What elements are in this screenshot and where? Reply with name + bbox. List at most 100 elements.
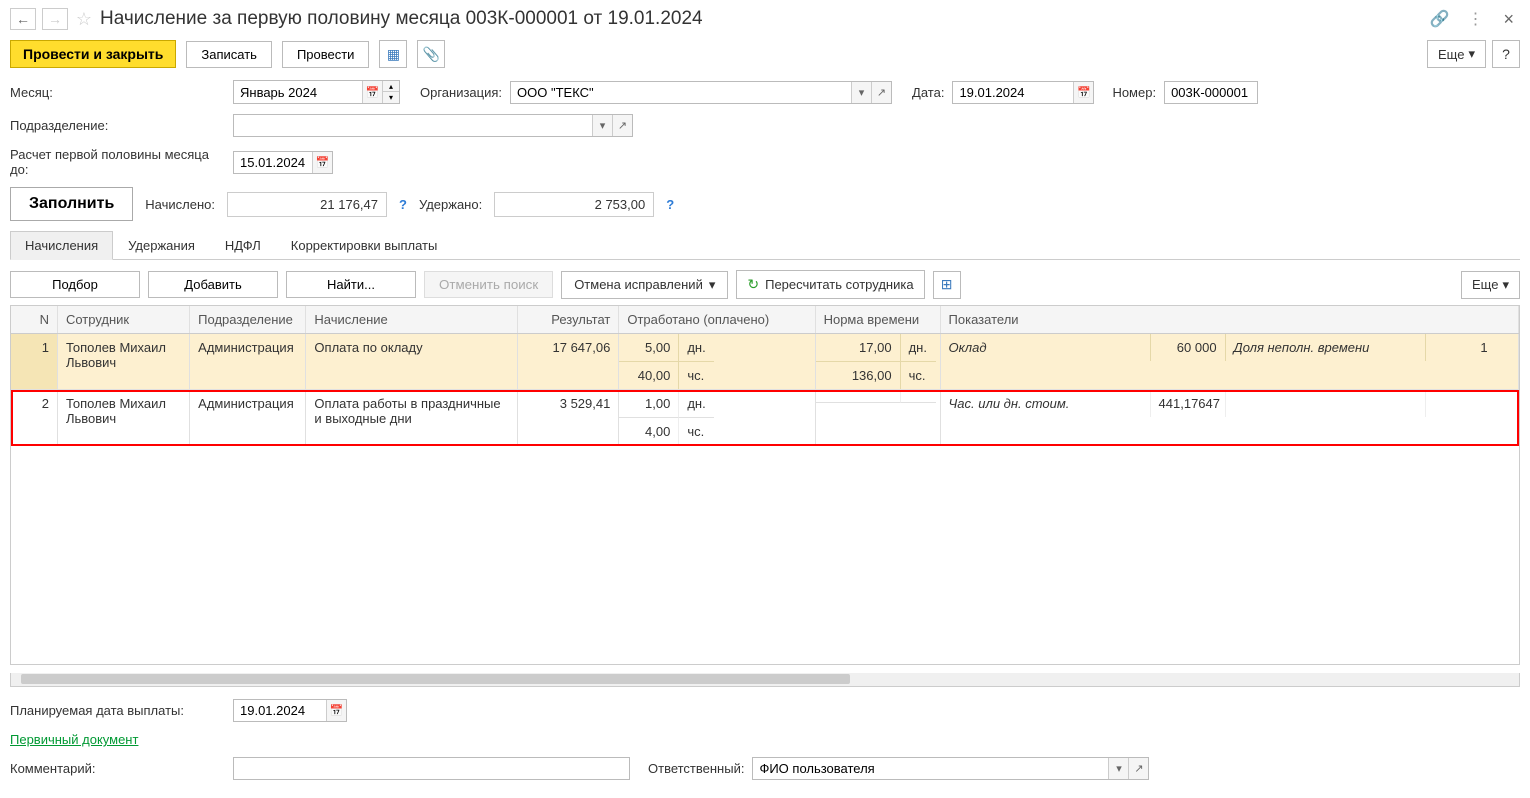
month-input[interactable] — [234, 81, 362, 103]
col-result: Результат — [518, 306, 619, 334]
cell-indicator-value: 60 000 — [1151, 334, 1226, 361]
cell-indicator2-name: Доля неполн. времени — [1226, 334, 1426, 361]
dept-input[interactable] — [234, 115, 592, 136]
cancel-search-button: Отменить поиск — [424, 271, 553, 298]
cell-indicator2-value: 1 — [1426, 334, 1496, 361]
attachment-icon-button[interactable]: 📎 — [417, 40, 445, 68]
month-down-button[interactable]: ▾ — [383, 92, 399, 103]
refresh-icon: ↻ — [747, 276, 759, 293]
cancel-fixes-button[interactable]: Отмена исправлений ▾ — [561, 271, 728, 299]
month-up-button[interactable]: ▴ — [383, 81, 399, 92]
cell-accrual: Оплата работы в праздничные и выходные д… — [306, 390, 518, 446]
nav-back-button[interactable]: ← — [10, 8, 36, 30]
col-indicators: Показатели — [940, 306, 1518, 334]
dept-label: Подразделение: — [10, 118, 225, 133]
pick-button[interactable]: Подбор — [10, 271, 140, 298]
fill-button[interactable]: Заполнить — [10, 187, 133, 221]
responsible-input[interactable] — [753, 758, 1108, 779]
post-and-close-button[interactable]: Провести и закрыть — [10, 40, 176, 68]
withheld-value: 2 753,00 — [494, 192, 654, 217]
cell-indicator-name: Оклад — [941, 334, 1151, 361]
cell-employee: Тополев Михаил Львович — [57, 334, 189, 390]
save-button[interactable]: Записать — [186, 41, 272, 68]
calc-till-input[interactable] — [234, 152, 312, 173]
cell-norm-days-unit — [901, 390, 936, 403]
cell-worked-days-unit: дн. — [679, 334, 714, 362]
date-label: Дата: — [912, 85, 944, 100]
responsible-label: Ответственный: — [648, 761, 744, 776]
post-button[interactable]: Провести — [282, 41, 370, 68]
number-input[interactable] — [1165, 82, 1257, 103]
accrued-value: 21 176,47 — [227, 192, 387, 217]
cell-worked-hours-unit: чс. — [679, 418, 714, 445]
calc-till-label: Расчет первой половины месяца до: — [10, 147, 225, 177]
cell-norm-days-unit: дн. — [901, 334, 936, 362]
planned-date-input[interactable] — [234, 700, 326, 721]
cell-worked-days: 5,00 — [619, 334, 679, 362]
table-more-label: Еще — [1472, 277, 1498, 292]
link-icon[interactable]: 🔗 — [1426, 9, 1454, 29]
help-button[interactable]: ? — [1492, 40, 1520, 68]
tab-withholdings[interactable]: Удержания — [113, 231, 210, 259]
cell-worked-hours-unit: чс. — [679, 362, 714, 389]
chevron-down-icon: ▾ — [1468, 46, 1475, 62]
cell-department: Администрация — [190, 334, 306, 390]
cell-indicator2-name — [1226, 390, 1426, 417]
config-columns-button[interactable]: ⊞ — [933, 271, 961, 299]
org-open-button[interactable]: ↗ — [871, 82, 891, 103]
accrued-help-icon[interactable]: ? — [399, 197, 407, 212]
table-row[interactable]: 1 Тополев Михаил Львович Администрация О… — [11, 334, 1519, 390]
find-button[interactable]: Найти... — [286, 271, 416, 298]
more-vertical-icon[interactable]: ⋮ — [1463, 9, 1487, 29]
cell-employee: Тополев Михаил Львович — [57, 390, 189, 446]
responsible-open-button[interactable]: ↗ — [1128, 758, 1148, 779]
tab-ndfl[interactable]: НДФЛ — [210, 231, 276, 259]
cell-norm-hours: 136,00 — [816, 362, 901, 389]
accruals-table[interactable]: N Сотрудник Подразделение Начисление Рез… — [10, 305, 1520, 665]
withheld-label: Удержано: — [419, 197, 482, 212]
cell-norm-days: 17,00 — [816, 334, 901, 362]
table-more-button[interactable]: Еще▾ — [1461, 271, 1520, 299]
cell-accrual: Оплата по окладу — [306, 334, 518, 390]
org-label: Организация: — [420, 85, 502, 100]
dept-dropdown-button[interactable]: ▾ — [592, 115, 612, 136]
col-department: Подразделение — [190, 306, 306, 334]
planned-date-calendar-button[interactable]: 📅 — [326, 700, 346, 721]
add-button[interactable]: Добавить — [148, 271, 278, 298]
dept-open-button[interactable]: ↗ — [612, 115, 632, 136]
comment-input[interactable] — [234, 758, 629, 779]
number-label: Номер: — [1112, 85, 1156, 100]
cell-norm-days — [816, 390, 901, 403]
close-button[interactable]: × — [1497, 9, 1520, 30]
recalc-label: Пересчитать сотрудника — [765, 277, 913, 292]
more-button[interactable]: Еще ▾ — [1427, 40, 1486, 68]
more-label: Еще — [1438, 47, 1464, 62]
responsible-dropdown-button[interactable]: ▾ — [1108, 758, 1128, 779]
tab-accruals[interactable]: Начисления — [10, 231, 113, 260]
cell-worked-days: 1,00 — [619, 390, 679, 418]
col-n: N — [11, 306, 57, 334]
cell-worked-hours: 4,00 — [619, 418, 679, 445]
calc-till-calendar-button[interactable]: 📅 — [312, 152, 332, 173]
withheld-help-icon[interactable]: ? — [666, 197, 674, 212]
table-row[interactable]: 2 Тополев Михаил Львович Администрация О… — [11, 390, 1519, 446]
col-norm: Норма времени — [815, 306, 940, 334]
report-icon-button[interactable]: ▦ — [379, 40, 407, 68]
col-worked: Отработано (оплачено) — [619, 306, 815, 334]
cell-indicator-name: Час. или дн. стоим. — [941, 390, 1151, 417]
org-dropdown-button[interactable]: ▾ — [851, 82, 871, 103]
date-input[interactable] — [953, 82, 1073, 103]
cell-worked-hours: 40,00 — [619, 362, 679, 389]
month-calendar-button[interactable]: 📅 — [362, 81, 382, 103]
recalc-employee-button[interactable]: ↻ Пересчитать сотрудника — [736, 270, 924, 299]
date-calendar-button[interactable]: 📅 — [1073, 82, 1093, 103]
cancel-fixes-label: Отмена исправлений — [574, 277, 703, 292]
primary-document-link[interactable]: Первичный документ — [10, 732, 138, 747]
window-title: Начисление за первую половину месяца 003… — [100, 8, 1420, 30]
favorite-star-icon[interactable]: ☆ — [74, 9, 94, 29]
tab-payout-corrections[interactable]: Корректировки выплаты — [276, 231, 453, 259]
chevron-down-icon: ▾ — [709, 277, 716, 293]
org-input[interactable] — [511, 82, 851, 103]
planned-date-label: Планируемая дата выплаты: — [10, 703, 225, 718]
table-horizontal-scrollbar[interactable] — [10, 673, 1520, 687]
